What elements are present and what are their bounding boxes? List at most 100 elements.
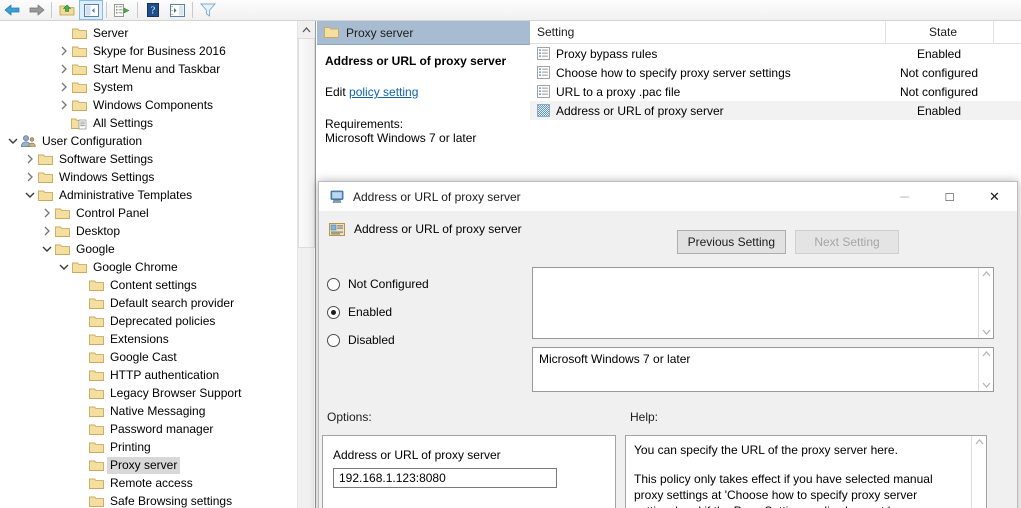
- policy-setting-link[interactable]: policy setting: [349, 85, 418, 99]
- tree-item-printing[interactable]: Printing: [0, 438, 294, 456]
- comment-scrollbar[interactable]: [978, 268, 993, 338]
- tree-item-user-configuration[interactable]: User Configuration: [0, 132, 294, 150]
- tree-item-skype-for-business-2016[interactable]: Skype for Business 2016: [0, 42, 294, 60]
- tree-item-system[interactable]: System: [0, 78, 294, 96]
- tree-item-safe-browsing-settings[interactable]: Safe Browsing settings: [0, 492, 294, 508]
- dialog-nav-buttons: Previous Setting Next Setting: [676, 230, 899, 254]
- help-icon[interactable]: ?: [141, 0, 165, 20]
- minimize-button[interactable]: ─: [882, 182, 927, 211]
- tree-scroll-thumb[interactable]: [298, 38, 315, 248]
- tree-item-windows-components[interactable]: Windows Components: [0, 96, 294, 114]
- close-button[interactable]: ✕: [972, 182, 1017, 211]
- console-tree[interactable]: Server Skype for Business 2016 Start Menu …: [0, 24, 294, 508]
- tree-item-label: Administrative Templates: [59, 187, 193, 202]
- tree-item-label: Windows Components: [93, 97, 214, 112]
- up-one-level-icon[interactable]: [55, 0, 79, 20]
- supported-on-scrollbar[interactable]: [978, 348, 993, 391]
- comment-value[interactable]: [533, 268, 978, 338]
- column-header-state[interactable]: State: [885, 20, 993, 44]
- help-scrollbar[interactable]: [971, 436, 986, 508]
- chevron-right-icon[interactable]: [57, 42, 71, 60]
- tree-item-deprecated-policies[interactable]: Deprecated policies: [0, 312, 294, 330]
- requirements-value: Microsoft Windows 7 or later: [325, 131, 477, 145]
- folder-icon: [88, 312, 104, 330]
- chevron-right-icon[interactable]: [57, 96, 71, 114]
- column-header-setting[interactable]: Setting: [530, 21, 885, 44]
- chevron-right-icon[interactable]: [57, 60, 71, 78]
- radio-not-configured[interactable]: Not Configured: [327, 270, 527, 298]
- tree-item-http-authentication[interactable]: HTTP authentication: [0, 366, 294, 384]
- settings-list-rows[interactable]: Proxy bypass rules Enabled Choose how to s…: [530, 44, 1021, 120]
- chevron-right-icon[interactable]: [40, 204, 54, 222]
- dialog-title-bar[interactable]: Address or URL of proxy server ─ □ ✕: [319, 182, 1017, 212]
- tree-item-start-menu-and-taskbar[interactable]: Start Menu and Taskbar: [0, 60, 294, 78]
- option-field-label: Address or URL of proxy server: [333, 448, 501, 462]
- chevron-down-icon[interactable]: [6, 132, 20, 150]
- policy-state-radio-group[interactable]: Not Configured Enabled Disabled: [327, 270, 527, 354]
- chevron-down-icon[interactable]: [40, 240, 54, 258]
- setting-title: Address or URL of proxy server: [325, 54, 507, 68]
- tree-item-all-settings[interactable]: All Settings: [0, 114, 294, 132]
- comment-field[interactable]: [532, 267, 994, 339]
- tree-item-content-settings[interactable]: Content settings: [0, 276, 294, 294]
- tree-item-software-settings[interactable]: Software Settings: [0, 150, 294, 168]
- tree-item-label: Skype for Business 2016: [93, 43, 226, 58]
- tree-item-native-messaging[interactable]: Native Messaging: [0, 402, 294, 420]
- show-hide-console-tree-icon[interactable]: [79, 0, 103, 20]
- setting-cell: Address or URL of proxy server: [530, 104, 885, 118]
- back-icon[interactable]: [0, 0, 24, 20]
- tree-item-default-search-provider[interactable]: Default search provider: [0, 294, 294, 312]
- chevron-right-icon[interactable]: [23, 168, 37, 186]
- tree-item-google[interactable]: Google: [0, 240, 294, 258]
- tree-item-password-manager[interactable]: Password manager: [0, 420, 294, 438]
- setting-cell: Proxy bypass rules: [530, 47, 885, 61]
- setting-name: URL to a proxy .pac file: [556, 84, 681, 99]
- tree-scrollbar[interactable]: [297, 21, 315, 508]
- radio-indicator[interactable]: [327, 305, 340, 319]
- forward-icon[interactable]: [24, 0, 48, 20]
- tree-item-label: Proxy server: [107, 456, 181, 474]
- chevron-right-icon[interactable]: [57, 78, 71, 96]
- policy-setting-icon: [537, 65, 551, 80]
- radio-label: Not Configured: [348, 277, 429, 291]
- table-row[interactable]: Proxy bypass rules Enabled: [530, 44, 1021, 63]
- show-hide-action-pane-icon[interactable]: [165, 0, 189, 20]
- next-setting-button: Next Setting: [795, 230, 899, 254]
- filter-icon[interactable]: [196, 0, 220, 20]
- table-row[interactable]: URL to a proxy .pac file Not configured: [530, 82, 1021, 101]
- setting-name: Address or URL of proxy server: [556, 103, 724, 118]
- scroll-up-icon: [975, 439, 983, 445]
- radio-indicator[interactable]: [327, 277, 340, 291]
- tree-item-label: Extensions: [110, 331, 169, 346]
- tree-item-desktop[interactable]: Desktop: [0, 222, 294, 240]
- export-list-icon[interactable]: [110, 0, 134, 20]
- tree-item-control-panel[interactable]: Control Panel: [0, 204, 294, 222]
- radio-disabled[interactable]: Disabled: [327, 326, 527, 354]
- tree-item-administrative-templates[interactable]: Administrative Templates: [0, 186, 294, 204]
- chevron-right-icon[interactable]: [23, 150, 37, 168]
- chevron-right-icon[interactable]: [40, 222, 54, 240]
- tree-item-server[interactable]: Server: [0, 24, 294, 42]
- tree-item-google-cast[interactable]: Google Cast: [0, 348, 294, 366]
- tree-item-label: Remote access: [110, 475, 193, 490]
- maximize-button[interactable]: □: [927, 182, 972, 211]
- proxy-address-input[interactable]: 192.168.1.123:8080: [333, 468, 557, 488]
- group-policy-editor-window: ? Server Skype for Business 2016 Start Men…: [0, 0, 1021, 508]
- tree-item-google-chrome[interactable]: Google Chrome: [0, 258, 294, 276]
- tree-item-proxy-server[interactable]: Proxy server: [0, 456, 294, 474]
- tree-scroll-up-icon[interactable]: [298, 21, 315, 38]
- tree-item-remote-access[interactable]: Remote access: [0, 474, 294, 492]
- tree-item-legacy-browser-support[interactable]: Legacy Browser Support: [0, 384, 294, 402]
- chevron-down-icon[interactable]: [23, 186, 37, 204]
- tree-item-extensions[interactable]: Extensions: [0, 330, 294, 348]
- chevron-down-icon[interactable]: [57, 258, 71, 276]
- tree-item-windows-settings[interactable]: Windows Settings: [0, 168, 294, 186]
- table-row[interactable]: Choose how to specify proxy server setti…: [530, 63, 1021, 82]
- radio-enabled[interactable]: Enabled: [327, 298, 527, 326]
- table-row[interactable]: Address or URL of proxy server Enabled: [530, 101, 1021, 120]
- radio-indicator[interactable]: [327, 333, 340, 347]
- previous-setting-button[interactable]: Previous Setting: [676, 230, 786, 254]
